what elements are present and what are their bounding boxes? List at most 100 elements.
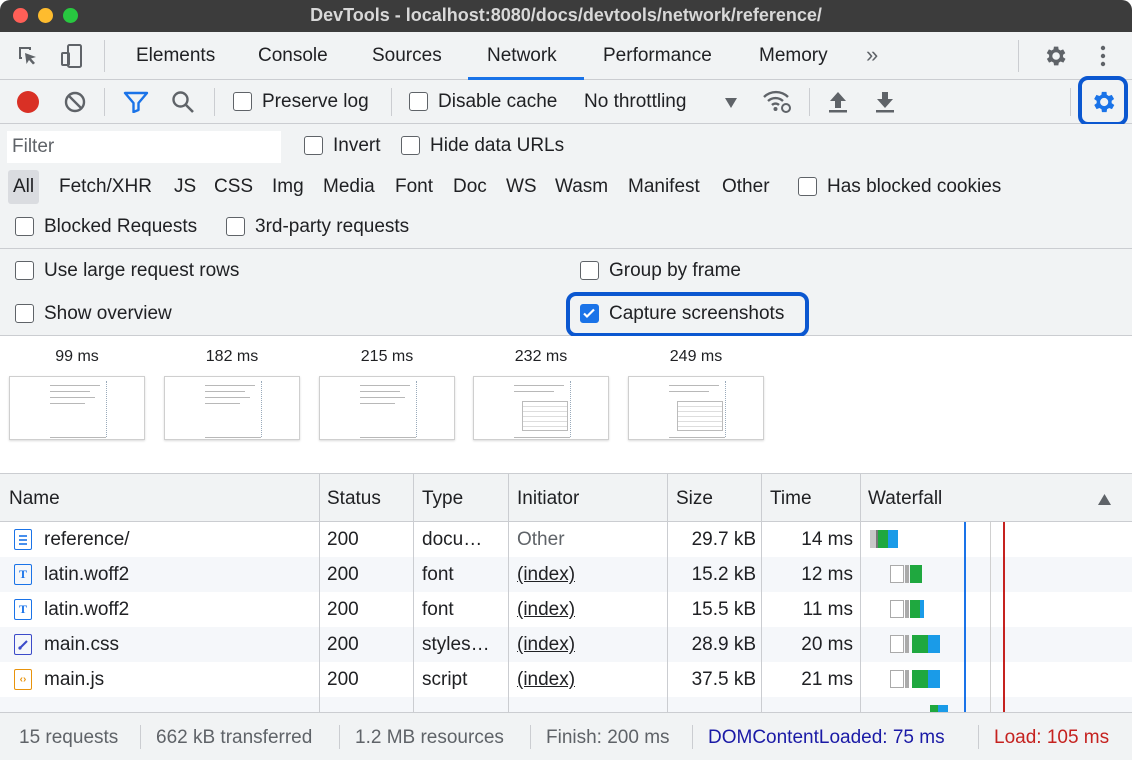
request-type: styles… xyxy=(422,634,490,655)
font-icon: T xyxy=(14,599,32,620)
tab-memory[interactable]: Memory xyxy=(759,45,828,67)
request-initiator[interactable]: (index) xyxy=(517,599,575,621)
filter-type-doc[interactable]: Doc xyxy=(453,176,487,198)
network-toolbar: Preserve log Disable cache No throttling xyxy=(0,80,1132,124)
frame-time: 182 ms xyxy=(205,348,259,365)
settings-highlight xyxy=(1078,76,1128,126)
divider xyxy=(978,725,979,749)
filter-type-img[interactable]: Img xyxy=(272,176,304,198)
request-type: font xyxy=(422,564,454,585)
load-time: Load: 105 ms xyxy=(994,727,1110,748)
filter-input[interactable] xyxy=(7,131,281,163)
tab-network[interactable]: Network xyxy=(487,45,557,67)
request-initiator: Other xyxy=(517,529,565,550)
request-time: 14 ms xyxy=(801,529,853,550)
request-size: 29.7 kB xyxy=(691,529,756,550)
table-row[interactable]: T latin.woff2 200 font (index) 15.5 kB 1… xyxy=(0,592,1132,627)
group-by-frame-checkbox[interactable] xyxy=(580,261,599,280)
divider xyxy=(809,88,810,116)
divider xyxy=(104,88,105,116)
search-icon[interactable] xyxy=(171,90,195,120)
column-header-status[interactable]: Status xyxy=(327,488,381,510)
filter-type-wasm[interactable]: Wasm xyxy=(555,176,608,198)
invert-checkbox[interactable] xyxy=(304,136,323,155)
tab-sources[interactable]: Sources xyxy=(372,45,442,67)
third-party-checkbox[interactable] xyxy=(226,217,245,236)
filter-type-other[interactable]: Other xyxy=(722,176,770,198)
filter-type-media[interactable]: Media xyxy=(323,176,375,198)
column-header-size[interactable]: Size xyxy=(676,488,713,510)
chevron-down-icon[interactable] xyxy=(724,93,738,115)
request-initiator[interactable]: (index) xyxy=(517,564,575,586)
throttling-select[interactable]: No throttling xyxy=(584,91,686,113)
gear-icon[interactable] xyxy=(1041,42,1069,70)
preserve-log-label: Preserve log xyxy=(262,91,369,112)
device-toolbar-icon[interactable] xyxy=(58,42,86,70)
screenshot-thumbnail[interactable] xyxy=(473,376,609,440)
filter-type-all[interactable]: All xyxy=(8,170,40,204)
preserve-log-checkbox[interactable] xyxy=(233,92,252,111)
network-conditions-icon[interactable] xyxy=(762,89,792,121)
capture-screenshots-highlight xyxy=(566,292,809,337)
filter-type-js[interactable]: JS xyxy=(174,176,196,198)
table-row[interactable]: ‹› main.js 200 script (index) 37.5 kB 21… xyxy=(0,662,1132,697)
disable-cache-label: Disable cache xyxy=(438,91,558,112)
request-type: font xyxy=(422,599,454,620)
tab-elements[interactable]: Elements xyxy=(136,45,215,67)
filter-icon[interactable] xyxy=(123,91,149,119)
screenshot-thumbnail[interactable] xyxy=(9,376,145,440)
more-tabs-icon[interactable]: » xyxy=(866,42,878,68)
table-row[interactable] xyxy=(0,697,1132,712)
has-blocked-cookies-checkbox[interactable] xyxy=(798,177,817,196)
more-options-icon[interactable] xyxy=(1089,42,1117,70)
column-header-waterfall[interactable]: Waterfall xyxy=(868,488,942,510)
show-overview-checkbox[interactable] xyxy=(15,304,34,323)
column-header-name[interactable]: Name xyxy=(9,488,60,510)
tab-console[interactable]: Console xyxy=(258,45,328,67)
disable-cache-checkbox[interactable] xyxy=(409,92,428,111)
filter-type-font[interactable]: Font xyxy=(395,176,433,198)
third-party-label: 3rd-party requests xyxy=(255,216,410,237)
table-row[interactable]: T latin.woff2 200 font (index) 15.2 kB 1… xyxy=(0,557,1132,592)
import-har-icon[interactable] xyxy=(828,90,848,120)
tab-performance[interactable]: Performance xyxy=(603,45,712,67)
request-status: 200 xyxy=(327,599,359,620)
waterfall-download-bar xyxy=(938,705,948,712)
large-rows-checkbox[interactable] xyxy=(15,261,34,280)
request-type: docu… xyxy=(422,529,483,550)
record-button[interactable] xyxy=(17,91,39,113)
table-row[interactable]: reference/ 200 docu… Other 29.7 kB 14 ms xyxy=(0,522,1132,557)
filter-type-css[interactable]: CSS xyxy=(214,176,253,198)
screenshot-thumbnail[interactable] xyxy=(164,376,300,440)
hide-data-urls-checkbox[interactable] xyxy=(401,136,420,155)
screenshot-thumbnail[interactable] xyxy=(628,376,764,440)
inspect-element-icon[interactable] xyxy=(14,42,42,70)
export-har-icon[interactable] xyxy=(875,90,895,120)
request-name: latin.woff2 xyxy=(44,564,130,585)
filter-type-manifest[interactable]: Manifest xyxy=(628,176,700,198)
group-by-frame-label: Group by frame xyxy=(609,260,741,281)
column-header-initiator[interactable]: Initiator xyxy=(517,488,579,510)
transferred-size: 662 kB transferred xyxy=(156,727,313,748)
column-divider xyxy=(667,474,668,712)
sort-ascending-icon[interactable] xyxy=(1097,490,1112,512)
filter-type-ws[interactable]: WS xyxy=(506,176,537,198)
resources-size: 1.2 MB resources xyxy=(355,727,504,748)
column-header-time[interactable]: Time xyxy=(770,488,812,510)
waterfall-queue-bar xyxy=(890,600,904,618)
filter-type-fetch-xhr[interactable]: Fetch/XHR xyxy=(59,176,152,198)
table-row[interactable]: main.css 200 styles… (index) 28.9 kB 20 … xyxy=(0,627,1132,662)
blocked-requests-checkbox[interactable] xyxy=(15,217,34,236)
request-time: 11 ms xyxy=(802,599,853,620)
screenshot-thumbnail[interactable] xyxy=(319,376,455,440)
clear-button[interactable] xyxy=(64,91,86,119)
request-time: 20 ms xyxy=(801,634,853,655)
request-status: 200 xyxy=(327,669,359,690)
waterfall-queue-bar xyxy=(890,565,904,583)
request-name: latin.woff2 xyxy=(44,599,130,620)
column-header-type[interactable]: Type xyxy=(422,488,463,510)
document-icon xyxy=(14,529,32,550)
request-initiator[interactable]: (index) xyxy=(517,669,575,691)
request-initiator[interactable]: (index) xyxy=(517,634,575,656)
has-blocked-cookies-label: Has blocked cookies xyxy=(827,176,1002,197)
